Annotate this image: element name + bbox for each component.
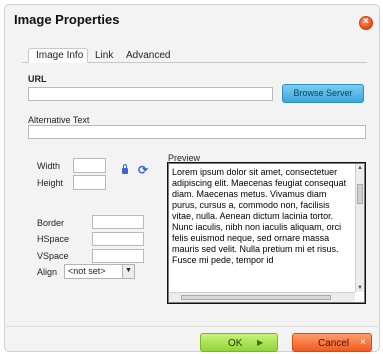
preview-text: Lorem ipsum dolor sit amet, consectetuer… (172, 167, 347, 265)
width-input[interactable] (73, 158, 106, 173)
cancel-label: Cancel (318, 338, 350, 349)
tab-advanced[interactable]: Advanced (126, 48, 170, 63)
border-input[interactable] (92, 215, 144, 229)
scroll-up-icon[interactable]: ▲ (357, 165, 363, 171)
align-value: <not set> (68, 266, 106, 276)
scroll-thumb[interactable] (357, 184, 363, 204)
close-icon: × (360, 337, 366, 348)
arrow-right-icon: ▶ (257, 338, 264, 347)
align-label: Align (37, 267, 58, 277)
tab-image-info[interactable]: Image Info (28, 48, 88, 63)
align-select[interactable]: <not set> ▼ (64, 264, 135, 279)
scroll-down-icon[interactable]: ▼ (357, 285, 363, 291)
hspace-input[interactable] (92, 232, 144, 246)
vspace-label: VSpace (37, 251, 69, 261)
ok-button[interactable]: OK ▶ (200, 333, 278, 352)
hscroll-thumb[interactable] (181, 295, 331, 300)
cancel-button[interactable]: Cancel × (292, 333, 372, 352)
reset-size-icon[interactable]: ⟳ (138, 163, 148, 177)
width-label: Width (37, 161, 61, 171)
vspace-input[interactable] (92, 249, 144, 263)
border-label: Border (37, 218, 65, 228)
browse-server-button[interactable]: Browse Server (282, 84, 364, 103)
height-input[interactable] (73, 175, 106, 190)
preview-horizontal-scrollbar[interactable] (169, 292, 355, 302)
alt-text-input[interactable] (28, 125, 366, 139)
chevron-down-icon[interactable]: ▼ (122, 265, 134, 278)
dialog-title: Image Properties (14, 12, 120, 27)
preview-box: Lorem ipsum dolor sit amet, consectetuer… (167, 162, 366, 304)
url-label: URL (28, 74, 47, 84)
preview-vertical-scrollbar[interactable]: ▲ ▼ (355, 164, 364, 292)
preview-label: Preview (168, 153, 201, 163)
close-icon[interactable]: × (359, 16, 373, 30)
footer-divider (4, 326, 380, 327)
height-label: Height (37, 178, 64, 188)
alt-text-label: Alternative Text (28, 115, 90, 125)
close-glyph: × (363, 16, 369, 27)
hspace-label: HSpace (37, 234, 70, 244)
url-input[interactable] (28, 87, 273, 101)
ok-label: OK (228, 338, 243, 349)
tab-link[interactable]: Link (95, 48, 113, 63)
lock-ratio-icon[interactable] (122, 164, 128, 174)
